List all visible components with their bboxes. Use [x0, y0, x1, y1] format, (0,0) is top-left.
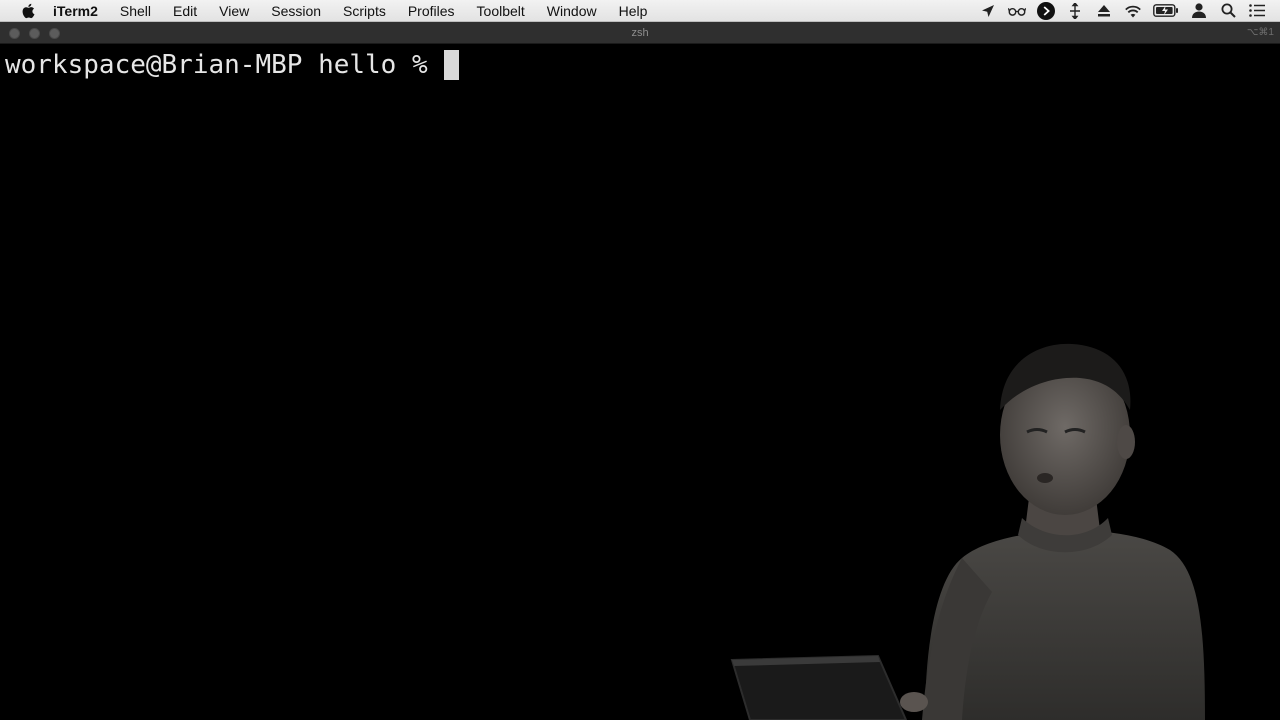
prompt-line: workspace@Brian-MBP hello %	[5, 49, 459, 81]
play-circle-icon[interactable]	[1037, 1, 1055, 20]
presenter-video-overlay	[700, 330, 1260, 720]
menu-bar: iTerm2 Shell Edit View Session Scripts P…	[0, 0, 1280, 22]
location-arrow-icon[interactable]	[979, 2, 997, 20]
window-title: zsh	[631, 27, 649, 39]
menu-toolbelt[interactable]: Toolbelt	[466, 0, 536, 22]
window-shortcut-label: ⌥⌘1	[1246, 27, 1274, 38]
menu-app-name[interactable]: iTerm2	[53, 0, 109, 22]
menu-session[interactable]: Session	[260, 0, 332, 22]
window-title-bar[interactable]: zsh ⌥⌘1	[0, 22, 1280, 44]
menu-edit[interactable]: Edit	[162, 0, 208, 22]
shell-prompt: workspace@Brian-MBP hello %	[5, 50, 428, 80]
menu-window[interactable]: Window	[536, 0, 608, 22]
spotlight-search-icon[interactable]	[1219, 2, 1237, 20]
status-area	[968, 0, 1266, 22]
menu-view[interactable]: View	[208, 0, 260, 22]
user-icon[interactable]	[1190, 2, 1208, 20]
apple-logo-icon[interactable]	[20, 3, 36, 19]
menu-profiles[interactable]: Profiles	[397, 0, 466, 22]
move-arrows-icon[interactable]	[1066, 2, 1084, 20]
menu-shell[interactable]: Shell	[109, 0, 162, 22]
battery-charging-icon[interactable]	[1153, 2, 1179, 20]
glasses-icon[interactable]	[1008, 2, 1026, 20]
wifi-icon[interactable]	[1124, 2, 1142, 20]
menu-scripts[interactable]: Scripts	[332, 0, 397, 22]
menu-help[interactable]: Help	[608, 0, 659, 22]
eject-icon[interactable]	[1095, 2, 1113, 20]
notification-center-icon[interactable]	[1248, 2, 1266, 20]
terminal-cursor	[443, 50, 459, 80]
